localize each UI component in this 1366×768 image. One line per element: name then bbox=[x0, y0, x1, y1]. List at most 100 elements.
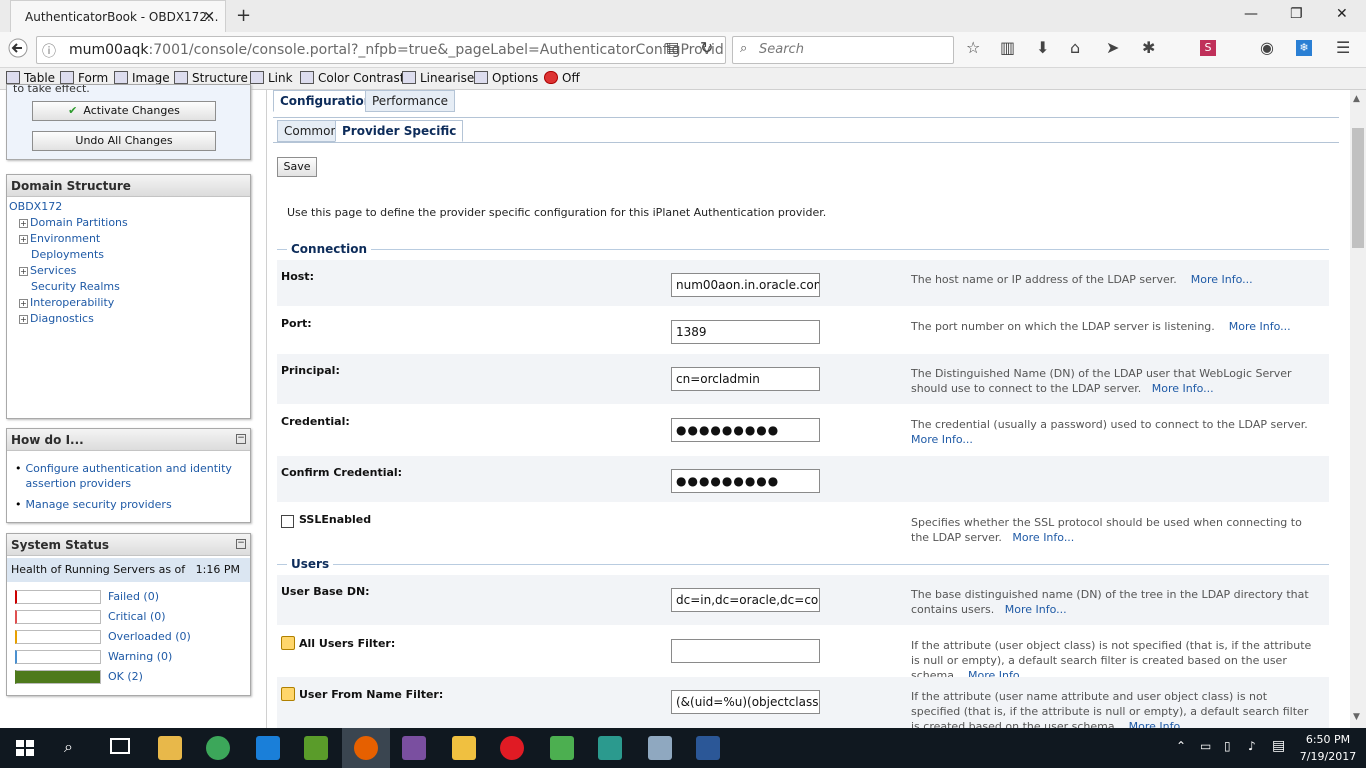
window-close-icon[interactable]: ✕ bbox=[1336, 6, 1348, 22]
app-icon[interactable] bbox=[402, 736, 426, 760]
tree-item-deployments[interactable]: Deployments bbox=[31, 247, 104, 263]
expand-icon[interactable]: + bbox=[19, 219, 28, 228]
expand-icon[interactable]: + bbox=[19, 267, 28, 276]
toolbar-link[interactable]: Link bbox=[250, 71, 293, 85]
toolbar-off[interactable]: Off bbox=[544, 71, 580, 85]
reader-view-icon[interactable]: ▤ bbox=[666, 40, 679, 56]
app-icon[interactable] bbox=[304, 736, 328, 760]
taskbar-clock[interactable]: 6:50 PM 7/19/2017 bbox=[1290, 731, 1366, 765]
undo-all-changes-button[interactable]: Undo All Changes bbox=[32, 131, 216, 151]
tree-item-diagnostics[interactable]: + Diagnostics bbox=[19, 311, 94, 327]
vertical-scrollbar[interactable]: ▲ ▼ bbox=[1350, 90, 1366, 728]
ssl-enabled-checkbox[interactable] bbox=[281, 515, 294, 528]
tree-item-domain-partitions[interactable]: + Domain Partitions bbox=[19, 215, 128, 231]
tree-item-interoperability[interactable]: + Interoperability bbox=[19, 295, 114, 311]
file-explorer-icon[interactable] bbox=[158, 736, 182, 760]
media-icon[interactable] bbox=[598, 736, 622, 760]
status-label[interactable]: Critical (0) bbox=[108, 610, 166, 624]
toolbar-structure[interactable]: Structure bbox=[174, 71, 248, 85]
port-input[interactable]: 1389 bbox=[671, 320, 820, 344]
user-base-dn-input[interactable]: dc=in,dc=oracle,dc=com bbox=[671, 588, 820, 612]
activate-changes-button[interactable]: ✔ Activate Changes bbox=[32, 101, 216, 121]
send-icon[interactable]: ➤ bbox=[1106, 38, 1119, 57]
principal-input[interactable]: cn=orcladmin bbox=[671, 367, 820, 391]
scroll-thumb[interactable] bbox=[1352, 128, 1364, 248]
notifications-icon[interactable]: ▤ bbox=[1272, 738, 1285, 754]
task-view-icon[interactable] bbox=[110, 738, 130, 754]
all-users-filter-input[interactable] bbox=[671, 639, 820, 663]
search-input[interactable]: Search bbox=[732, 36, 954, 64]
word-icon[interactable] bbox=[696, 736, 720, 760]
tab-performance[interactable]: Performance bbox=[365, 90, 456, 112]
url-bar[interactable]: mum00aqk:7001/console/console.portal?_nf… bbox=[36, 36, 726, 64]
more-info-link[interactable]: More Info... bbox=[1191, 273, 1253, 286]
tree-item-security-realms[interactable]: Security Realms bbox=[31, 279, 120, 295]
more-info-link[interactable]: More Info... bbox=[1129, 720, 1191, 728]
host-input[interactable]: num00aon.in.oracle.com bbox=[671, 273, 820, 297]
browser-tab[interactable]: AuthenticatorBook - OBDX172... ✕ bbox=[10, 0, 226, 32]
expand-icon[interactable]: + bbox=[19, 315, 28, 324]
scroll-up-icon[interactable]: ▲ bbox=[1353, 94, 1360, 104]
save-button[interactable]: Save bbox=[277, 157, 317, 177]
tray-chevron-icon[interactable]: ⌃ bbox=[1176, 739, 1186, 753]
more-info-link[interactable]: More Info... bbox=[911, 433, 973, 446]
status-label[interactable]: Overloaded (0) bbox=[108, 630, 191, 644]
extension-s-icon[interactable]: S bbox=[1200, 40, 1216, 56]
toolbar-image[interactable]: Image bbox=[114, 71, 170, 85]
more-info-link[interactable]: More Info... bbox=[1005, 603, 1067, 616]
menu-icon[interactable]: ☰ bbox=[1336, 38, 1350, 57]
bookmark-star-icon[interactable]: ☆ bbox=[966, 38, 980, 57]
back-icon[interactable] bbox=[8, 38, 28, 62]
tree-item-environment[interactable]: + Environment bbox=[19, 231, 100, 247]
toolbar-options[interactable]: Options bbox=[474, 71, 538, 85]
tab-configuration[interactable]: Configuration bbox=[273, 90, 380, 112]
tab-provider-specific[interactable]: Provider Specific bbox=[335, 120, 464, 142]
home-icon[interactable]: ⌂ bbox=[1070, 38, 1080, 57]
status-label[interactable]: Failed (0) bbox=[108, 590, 159, 604]
firefox-icon[interactable] bbox=[354, 736, 378, 760]
configure-auth-link[interactable]: Configure authentication and identity as… bbox=[26, 461, 244, 491]
confirm-credential-input[interactable]: ●●●●●●●●● bbox=[671, 469, 820, 493]
bookmarks-list-icon[interactable]: ▥ bbox=[1000, 38, 1015, 57]
network-icon[interactable]: ▭ bbox=[1200, 739, 1211, 753]
snowflake-icon[interactable]: ❄ bbox=[1296, 40, 1312, 56]
app-icon[interactable] bbox=[452, 736, 476, 760]
more-info-link[interactable]: More Info... bbox=[1012, 531, 1074, 544]
tree-root[interactable]: OBDX172 bbox=[9, 199, 62, 215]
globe-icon[interactable]: ◉ bbox=[1260, 38, 1274, 57]
new-tab-icon[interactable]: + bbox=[236, 5, 251, 26]
extension-icon[interactable]: ✱ bbox=[1142, 38, 1155, 57]
windows-start-icon[interactable] bbox=[16, 740, 34, 756]
search-icon[interactable]: ⌕ bbox=[64, 737, 73, 757]
status-label[interactable]: Warning (0) bbox=[108, 650, 172, 664]
more-info-link[interactable]: More Info... bbox=[1229, 320, 1291, 333]
expand-icon[interactable]: + bbox=[19, 299, 28, 308]
battery-icon[interactable]: ▯ bbox=[1224, 739, 1231, 753]
status-label[interactable]: OK (2) bbox=[108, 670, 143, 684]
edge-icon[interactable] bbox=[256, 736, 280, 760]
downloads-icon[interactable]: ⬇ bbox=[1036, 38, 1049, 57]
toolbar-linearise[interactable]: Linearise bbox=[402, 71, 474, 85]
scroll-down-icon[interactable]: ▼ bbox=[1353, 712, 1360, 722]
site-info-icon[interactable]: ⓘ bbox=[42, 41, 56, 61]
collapse-icon[interactable]: − bbox=[236, 434, 246, 444]
app-icon[interactable] bbox=[550, 736, 574, 760]
reload-icon[interactable]: ↻ bbox=[700, 38, 713, 57]
user-from-name-filter-input[interactable]: (&(uid=%u)(objectclass= bbox=[671, 690, 820, 714]
credential-input[interactable]: ●●●●●●●●● bbox=[671, 418, 820, 442]
more-info-link[interactable]: More Info... bbox=[1152, 382, 1214, 395]
tab-close-icon[interactable]: ✕ bbox=[203, 1, 215, 33]
tree-item-services[interactable]: + Services bbox=[19, 263, 76, 279]
toolbar-table[interactable]: Table bbox=[6, 71, 55, 85]
chrome-icon[interactable] bbox=[206, 736, 230, 760]
collapse-icon[interactable]: − bbox=[236, 539, 246, 549]
app-icon[interactable] bbox=[648, 736, 672, 760]
toolbar-form[interactable]: Form bbox=[60, 71, 108, 85]
manage-security-link[interactable]: Manage security providers bbox=[26, 497, 172, 512]
expand-icon[interactable]: + bbox=[19, 235, 28, 244]
opera-icon[interactable] bbox=[500, 736, 524, 760]
toolbar-color-contrast[interactable]: Color Contrast bbox=[300, 71, 404, 85]
window-maximize-icon[interactable]: ❐ bbox=[1290, 6, 1303, 22]
window-minimize-icon[interactable]: — bbox=[1244, 6, 1258, 22]
volume-icon[interactable]: ♪ bbox=[1248, 739, 1256, 753]
